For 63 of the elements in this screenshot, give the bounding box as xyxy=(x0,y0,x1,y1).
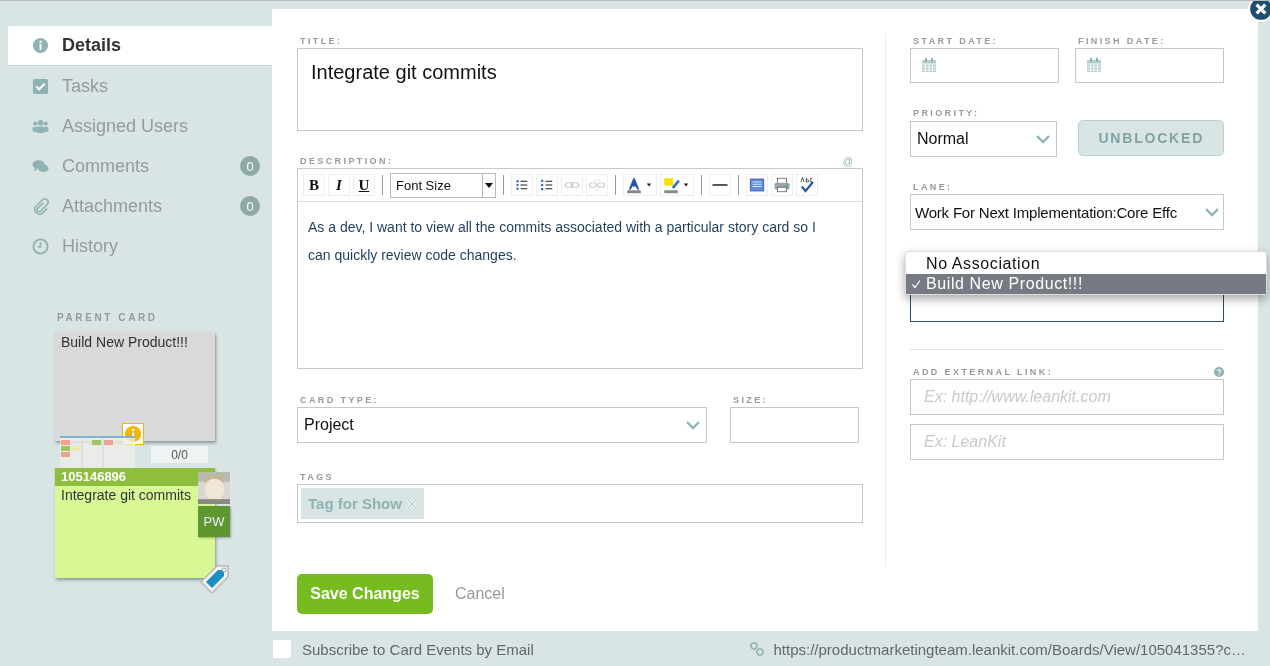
lane-select[interactable]: Work For Next Implementation:Core Effc xyxy=(910,194,1224,230)
calendar-icon xyxy=(1086,57,1102,73)
format-button[interactable]: I xyxy=(328,174,350,196)
description-text[interactable]: As a dev, I want to view all the commits associated with a particular story card so I can quickly review code changes. xyxy=(298,202,862,280)
paperclip-icon xyxy=(32,197,49,215)
menu-item[interactable]: No Association xyxy=(906,254,1266,274)
priority-select[interactable]: Normal xyxy=(910,121,1058,157)
field-label: TITLE: xyxy=(300,35,344,47)
clock-icon xyxy=(32,237,49,255)
spellcheck-icon[interactable] xyxy=(796,174,818,196)
checkbox-icon xyxy=(32,77,49,95)
user-initials: PW xyxy=(198,506,230,537)
card-url[interactable]: https://productmarketingteam.leankit.com/Boards/View/105041355?c… xyxy=(773,640,1246,658)
field-label: PRIORITY: xyxy=(913,107,981,119)
title-field[interactable]: Integrate git commits xyxy=(297,48,863,131)
info-icon xyxy=(32,37,49,54)
save-button[interactable]: Save Changes xyxy=(297,574,433,614)
print-icon[interactable] xyxy=(771,174,793,196)
card-title: Integrate git commits xyxy=(60,487,192,503)
field-label: CARD TYPE: xyxy=(300,394,380,406)
field-label: SIZE: xyxy=(733,394,769,406)
field-label: START DATE: xyxy=(913,35,1000,47)
link-icon xyxy=(749,642,764,656)
menu-item[interactable]: Build New Product!!! xyxy=(906,274,1266,294)
format-button[interactable]: B xyxy=(303,174,325,196)
sidebar-item[interactable]: Attachments 0 xyxy=(8,186,272,226)
field-label: FINISH DATE: xyxy=(1078,35,1167,47)
subscribe-label[interactable]: Subscribe to Card Events by Email xyxy=(302,640,534,658)
checkmark-icon xyxy=(911,279,921,289)
card-title: Build New Product!!! xyxy=(61,334,188,350)
section-heading: PARENT CARD xyxy=(57,312,159,323)
size-field[interactable] xyxy=(730,407,859,443)
chevron-down-icon xyxy=(1205,207,1219,217)
calendar-icon xyxy=(921,57,937,73)
chevron-down-icon xyxy=(686,420,700,430)
users-icon xyxy=(32,117,49,135)
text-color-icon[interactable] xyxy=(623,174,657,196)
subscribe-checkbox[interactable] xyxy=(273,640,291,658)
cancel-link[interactable]: Cancel xyxy=(455,585,505,603)
source-icon[interactable] xyxy=(746,174,768,196)
format-button[interactable]: U xyxy=(353,174,375,196)
card-type-select[interactable]: Project xyxy=(297,407,707,443)
sidebar-item[interactable]: Details xyxy=(8,26,272,66)
field-label: TAGS xyxy=(300,471,335,483)
progress-count: 0/0 xyxy=(151,446,208,463)
count-badge: 0 xyxy=(240,196,260,216)
mention-hint[interactable]: @ xyxy=(842,155,853,167)
font-size-dropdown[interactable]: Font Size xyxy=(390,172,496,198)
field-label: DESCRIPTION: xyxy=(300,155,394,167)
count-badge: 0 xyxy=(240,156,260,176)
chevron-down-icon xyxy=(1036,134,1051,144)
finish-date-field[interactable] xyxy=(1075,48,1224,83)
bullet-list-icon[interactable] xyxy=(511,174,533,196)
numbered-list-icon[interactable] xyxy=(536,174,558,196)
field-label: ADD EXTERNAL LINK: xyxy=(913,366,1054,378)
parent-card[interactable]: Build New Product!!! xyxy=(55,332,215,441)
caret-icon[interactable] xyxy=(485,182,493,188)
highlight-icon[interactable] xyxy=(660,174,694,196)
comments-icon xyxy=(32,157,49,175)
field-label: LANE: xyxy=(913,181,954,193)
start-date-field[interactable] xyxy=(910,48,1059,83)
sidebar-item[interactable]: Comments 0 xyxy=(8,146,272,186)
card-id: 105146896 xyxy=(55,468,215,486)
